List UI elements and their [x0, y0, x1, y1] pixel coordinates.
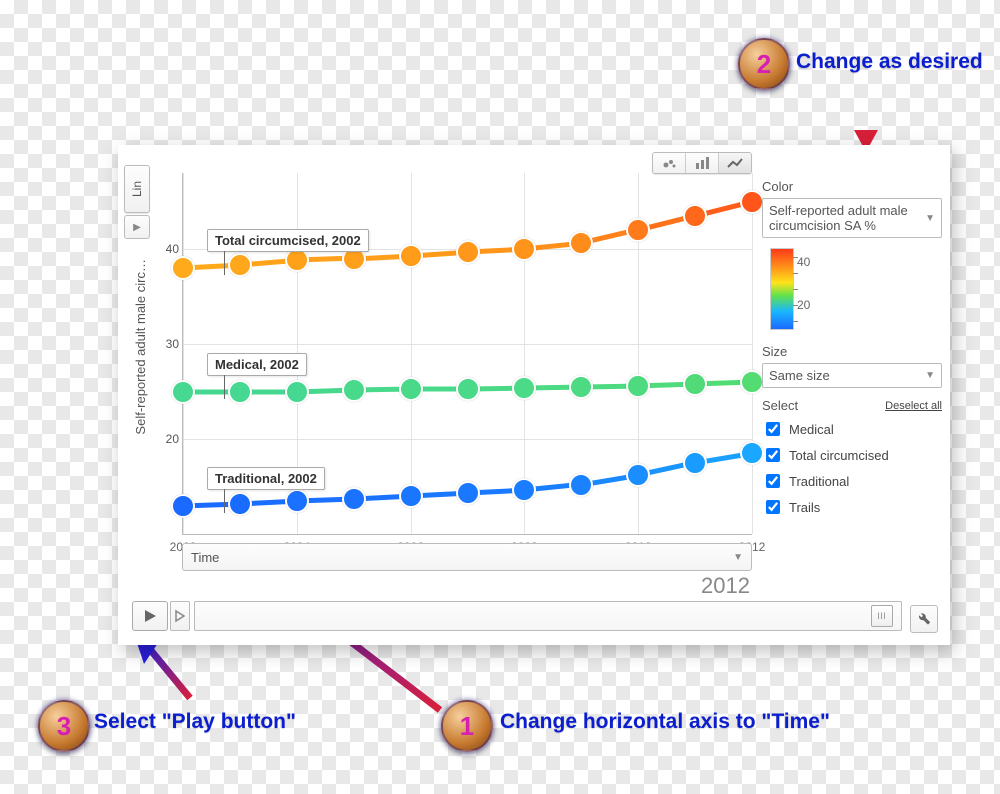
series-select-block: Select Deselect all Medical Total circum…	[762, 398, 942, 517]
checkbox-trails[interactable]: Trails	[762, 497, 942, 517]
legend-tick-hi: 40	[797, 255, 810, 269]
xaxis-select[interactable]: Time ▼	[182, 543, 752, 571]
yaxis-label: Self-reported adult male circ…	[132, 163, 148, 530]
data-point[interactable]	[569, 231, 593, 255]
checkbox-traditional[interactable]: Traditional	[762, 471, 942, 491]
series-label: Traditional, 2002	[207, 467, 325, 490]
data-point[interactable]	[683, 204, 707, 228]
checkbox-input[interactable]	[766, 422, 780, 436]
chevron-down-icon: ▼	[925, 213, 935, 224]
data-point[interactable]	[171, 494, 195, 518]
chevron-down-icon: ▼	[733, 552, 743, 563]
data-point[interactable]	[683, 372, 707, 396]
data-point[interactable]	[512, 237, 536, 261]
bar-chart-button[interactable]	[685, 153, 718, 173]
settings-button[interactable]	[910, 605, 938, 633]
data-point[interactable]	[399, 377, 423, 401]
select-header: Select	[762, 398, 798, 413]
data-point[interactable]	[456, 240, 480, 264]
data-point[interactable]	[683, 451, 707, 475]
y-tick: 20	[153, 432, 179, 446]
line-chart-button[interactable]	[718, 153, 751, 173]
data-point[interactable]	[285, 489, 309, 513]
side-controls: Color Self-reported adult male circumcis…	[762, 177, 942, 517]
data-point[interactable]	[399, 484, 423, 508]
data-point[interactable]	[569, 375, 593, 399]
size-header: Size	[762, 344, 942, 359]
data-point[interactable]	[171, 380, 195, 404]
checkbox-total[interactable]: Total circumcised	[762, 445, 942, 465]
play-button[interactable]	[132, 601, 168, 631]
chevron-down-icon: ▼	[925, 370, 935, 381]
data-point[interactable]	[626, 218, 650, 242]
series-label: Medical, 2002	[207, 353, 307, 376]
data-point[interactable]	[342, 487, 366, 511]
current-year-display: 2012	[701, 573, 750, 599]
motion-chart-panel: Lin ▶ Self-reported adult male circ… 203…	[118, 145, 950, 645]
data-point[interactable]	[626, 374, 650, 398]
series-label: Total circumcised, 2002	[207, 229, 369, 252]
data-point[interactable]	[512, 376, 536, 400]
xaxis-select-value: Time	[191, 550, 219, 565]
data-point[interactable]	[171, 256, 195, 280]
y-tick: 40	[153, 242, 179, 256]
data-point[interactable]	[285, 380, 309, 404]
data-point[interactable]	[228, 380, 252, 404]
checkbox-input[interactable]	[766, 448, 780, 462]
data-point[interactable]	[740, 441, 764, 465]
data-point[interactable]	[569, 473, 593, 497]
time-slider[interactable]: lll	[194, 601, 902, 631]
color-select[interactable]: Self-reported adult male circumcision SA…	[762, 198, 942, 238]
color-header: Color	[762, 179, 942, 194]
chart-type-toggle	[652, 152, 752, 174]
data-point[interactable]	[342, 378, 366, 402]
data-point[interactable]	[626, 463, 650, 487]
data-point[interactable]	[512, 478, 536, 502]
size-select[interactable]: Same size ▼	[762, 363, 942, 388]
data-point[interactable]	[456, 377, 480, 401]
data-point[interactable]	[456, 481, 480, 505]
data-point[interactable]	[228, 492, 252, 516]
checkbox-input[interactable]	[766, 474, 780, 488]
data-point[interactable]	[740, 190, 764, 214]
data-point[interactable]	[740, 370, 764, 394]
step-text-2: Change as desired	[796, 50, 983, 74]
time-slider-thumb[interactable]: lll	[871, 605, 893, 627]
legend-tick-lo: 20	[797, 298, 810, 312]
step-bubble-2: 2	[738, 38, 790, 90]
playback-speed-button[interactable]	[170, 601, 190, 631]
color-select-value: Self-reported adult male circumcision SA…	[769, 203, 919, 233]
data-point[interactable]	[399, 244, 423, 268]
size-select-value: Same size	[769, 368, 830, 383]
step-text-1: Change horizontal axis to "Time"	[500, 710, 830, 734]
plot-area: 203040200220042006200820102012Total circ…	[182, 173, 752, 535]
color-legend: 40 20	[770, 248, 794, 330]
y-tick: 30	[153, 337, 179, 351]
bubble-chart-button[interactable]	[653, 153, 685, 173]
checkbox-input[interactable]	[766, 500, 780, 514]
step-bubble-3: 3	[38, 700, 90, 752]
checkbox-medical[interactable]: Medical	[762, 419, 942, 439]
deselect-all-link[interactable]: Deselect all	[885, 400, 942, 412]
data-point[interactable]	[228, 253, 252, 277]
